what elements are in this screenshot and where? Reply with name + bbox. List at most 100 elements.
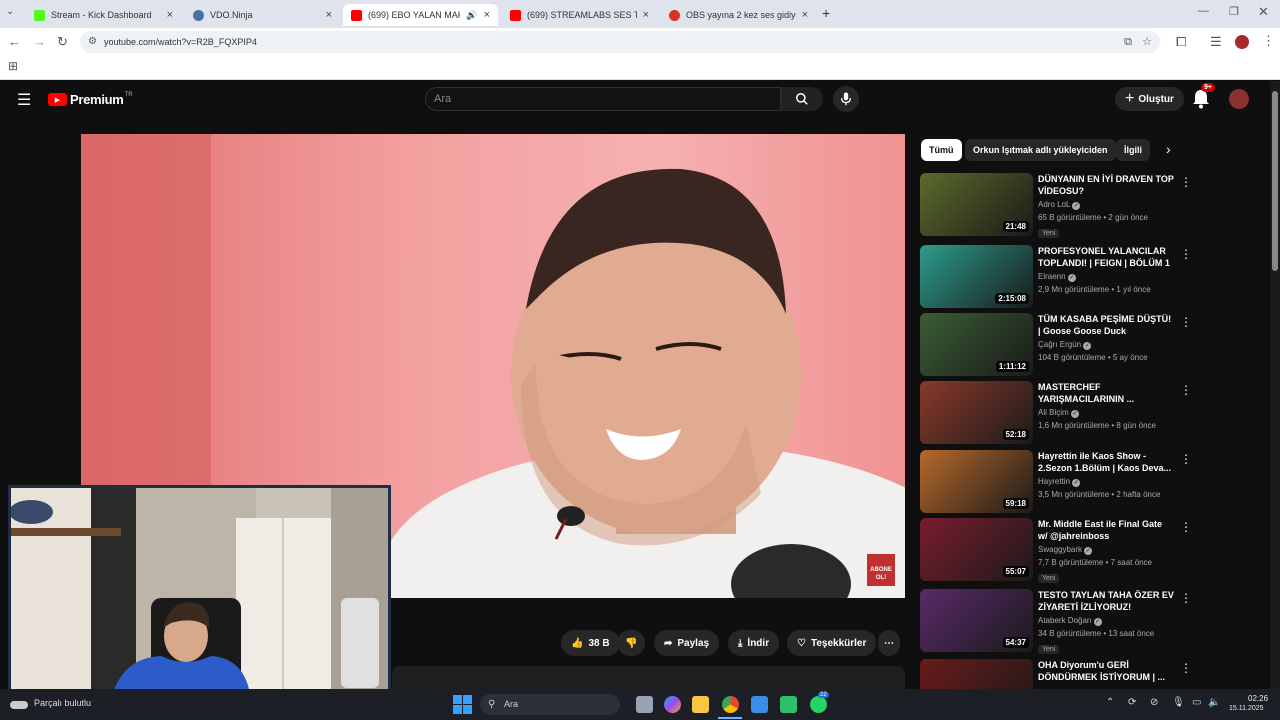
video-thumbnail[interactable]	[920, 659, 1033, 689]
voice-search-button[interactable]	[833, 86, 859, 112]
microphone-tray-icon[interactable]: 🎙	[1172, 697, 1185, 708]
video-thumbnail[interactable]: 59:18	[920, 450, 1033, 513]
video-title[interactable]: PROFESYONEL YALANCILAR TOPLANDI! | FEIGN…	[1038, 245, 1174, 269]
chrome-icon[interactable]	[722, 696, 739, 713]
recommendation-item[interactable]: 55:07 Mr. Middle East ile Final Gate w/ @…	[920, 518, 1192, 583]
notifications-button[interactable]: 9+	[1192, 83, 1215, 114]
recommendation-item[interactable]: 54:37 TESTO TAYLAN TAHA ÖZER EV ZİYARETİ …	[920, 589, 1192, 654]
tray-chevron-icon[interactable]: ⌃	[1106, 697, 1114, 708]
mute-icon[interactable]: ⊘	[1150, 697, 1158, 708]
more-vertical-icon[interactable]: ⋮	[1180, 520, 1192, 534]
clock-date[interactable]: 15.11.2025	[1229, 705, 1264, 712]
thanks-button[interactable]: ♡ Teşekkürler	[787, 630, 877, 656]
video-title[interactable]: Mr. Middle East ile Final Gate w/ @jahre…	[1038, 518, 1174, 542]
chip-related[interactable]: İlgili	[1116, 139, 1150, 161]
store-icon[interactable]	[751, 696, 768, 713]
recommendation-item[interactable]: 2:15:08 PROFESYONEL YALANCILAR TOPLANDI! …	[920, 245, 1192, 309]
channel-name[interactable]: Elraenn ✓	[1038, 272, 1174, 282]
close-icon[interactable]: ×	[326, 9, 332, 21]
recommendation-item[interactable]: OHA Diyorum'u GERİ DÖNDÜRMEK İSTİYORUM |…	[920, 659, 1192, 689]
forward-icon[interactable]: →	[33, 34, 46, 49]
speaker-icon[interactable]: 🔊	[466, 10, 477, 21]
new-tab-button[interactable]: +	[822, 5, 830, 21]
more-vertical-icon[interactable]: ⋮	[1180, 383, 1192, 397]
sync-icon[interactable]: ⟳	[1128, 697, 1136, 708]
task-view-icon[interactable]	[636, 696, 653, 713]
tab-vdoninja[interactable]: VDO.Ninja ×	[185, 4, 340, 26]
more-vertical-icon[interactable]: ⋮	[1180, 175, 1192, 189]
tab-search-icon[interactable]: ⌄	[6, 6, 14, 17]
video-title[interactable]: TÜM KASABA PEŞİME DÜŞTÜ! | Goose Goose D…	[1038, 313, 1174, 337]
video-title[interactable]: TESTO TAYLAN TAHA ÖZER EV ZİYARETİ İZLİY…	[1038, 589, 1174, 613]
more-vertical-icon[interactable]: ⋮	[1180, 452, 1192, 466]
recommendation-item[interactable]: 52:18 MASTERCHEF YARIŞMACILARININ ... Ali …	[920, 381, 1192, 445]
close-icon[interactable]: ×	[167, 9, 173, 21]
more-vertical-icon[interactable]: ⋮	[1180, 247, 1192, 261]
file-explorer-icon[interactable]	[692, 696, 709, 713]
more-vertical-icon[interactable]: ⋮	[1180, 661, 1192, 675]
like-button[interactable]: 👍 38 B	[561, 630, 620, 656]
video-title[interactable]: Hayrettin ile Kaos Show - 2.Sezon 1.Bölü…	[1038, 450, 1174, 474]
tab-youtube-active[interactable]: (699) EBO YALAN MAKİNESİ 🔊 ×	[343, 4, 498, 26]
tab-streamlabs[interactable]: (699) STREAMLABS SES TEKRAR ×	[502, 4, 657, 26]
tab-obs[interactable]: OBS yayına 2 kez ses gidiyor | L ×	[661, 4, 816, 26]
account-avatar[interactable]	[1229, 89, 1249, 109]
recommendation-item[interactable]: 21:48 DÜNYANIN EN İYİ DRAVEN TOP VİDEOSU?…	[920, 173, 1192, 238]
video-title[interactable]: MASTERCHEF YARIŞMACILARININ ...	[1038, 381, 1174, 405]
media-control-icon[interactable]: ☰	[1210, 34, 1222, 50]
video-title[interactable]: DÜNYANIN EN İYİ DRAVEN TOP VİDEOSU?	[1038, 173, 1174, 197]
more-vertical-icon[interactable]: ⋮	[1180, 315, 1192, 329]
channel-name[interactable]: Çağrı Ergün ✓	[1038, 340, 1174, 350]
video-thumbnail[interactable]: 2:15:08	[920, 245, 1033, 308]
address-bar[interactable]: ⚙ youtube.com/watch?v=R2B_FQXPIP4 ⧉ ☆	[80, 31, 1160, 53]
channel-name[interactable]: Ali Biçim ✓	[1038, 408, 1174, 418]
chevron-right-icon[interactable]: ›	[1166, 141, 1171, 157]
close-icon[interactable]: ×	[484, 9, 490, 21]
video-title[interactable]: OHA Diyorum'u GERİ DÖNDÜRMEK İSTİYORUM |…	[1038, 659, 1174, 683]
window-close-icon[interactable]: ✕	[1258, 4, 1269, 20]
app-icon[interactable]	[780, 696, 797, 713]
weather-text[interactable]: Parçalı bulutlu	[34, 698, 91, 708]
profile-avatar[interactable]	[1235, 35, 1249, 49]
channel-name[interactable]: Adro LoL ✓	[1038, 200, 1174, 210]
channel-name[interactable]: Hayrettin ✓	[1038, 477, 1174, 487]
recommendation-item[interactable]: 1:11:12 TÜM KASABA PEŞİME DÜŞTÜ! | Goose …	[920, 313, 1192, 377]
youtube-logo[interactable]: ▶ Premium TR	[48, 92, 133, 107]
more-vertical-icon[interactable]: ⋮	[1180, 591, 1192, 605]
copilot-icon[interactable]	[664, 696, 681, 713]
volume-icon[interactable]: 🔈	[1208, 697, 1220, 708]
clock-time[interactable]: 02:26	[1248, 694, 1268, 703]
more-actions-button[interactable]: ⋯	[878, 630, 900, 656]
browser-menu-icon[interactable]: ⋮	[1262, 33, 1275, 49]
scrollbar-thumb[interactable]	[1272, 91, 1278, 271]
weather-icon[interactable]	[10, 701, 28, 709]
chip-uploader[interactable]: Orkun Işıtmak adlı yükleyiciden	[965, 139, 1116, 161]
create-button[interactable]: + Oluştur	[1115, 87, 1184, 111]
apps-grid-icon[interactable]: ⊞	[8, 59, 18, 73]
install-app-icon[interactable]: ⧉	[1124, 31, 1132, 53]
minimize-icon[interactable]: —	[1198, 5, 1209, 17]
video-thumbnail[interactable]: 21:48	[920, 173, 1033, 236]
download-button[interactable]: ⤓ İndir	[728, 630, 780, 656]
video-description-box[interactable]	[392, 666, 905, 689]
dislike-button[interactable]: 👎	[617, 630, 646, 656]
taskbar-search[interactable]: ⚲ Ara	[480, 694, 620, 715]
video-thumbnail[interactable]: 1:11:12	[920, 313, 1033, 376]
network-icon[interactable]: ▭	[1192, 697, 1201, 708]
share-button[interactable]: ➦ Paylaş	[654, 630, 720, 656]
chip-all[interactable]: Tümü	[921, 139, 962, 161]
close-icon[interactable]: ×	[802, 9, 808, 21]
video-thumbnail[interactable]: 54:37	[920, 589, 1033, 652]
scrollbar[interactable]	[1270, 81, 1280, 689]
video-thumbnail[interactable]: 55:07	[920, 518, 1033, 581]
search-button[interactable]	[781, 87, 823, 111]
channel-name[interactable]: Swaggybark ✓	[1038, 545, 1174, 555]
search-input[interactable]: Ara	[425, 87, 781, 111]
maximize-icon[interactable]: ❐	[1229, 5, 1239, 18]
channel-name[interactable]: Ataberk Doğan ✓	[1038, 616, 1174, 626]
close-icon[interactable]: ×	[643, 9, 649, 21]
recommendation-item[interactable]: 59:18 Hayrettin ile Kaos Show - 2.Sezon 1…	[920, 450, 1192, 514]
reload-icon[interactable]: ↻	[57, 34, 68, 50]
tab-kick[interactable]: Stream - Kick Dashboard ×	[26, 4, 181, 26]
whatsapp-icon[interactable]	[810, 696, 827, 713]
